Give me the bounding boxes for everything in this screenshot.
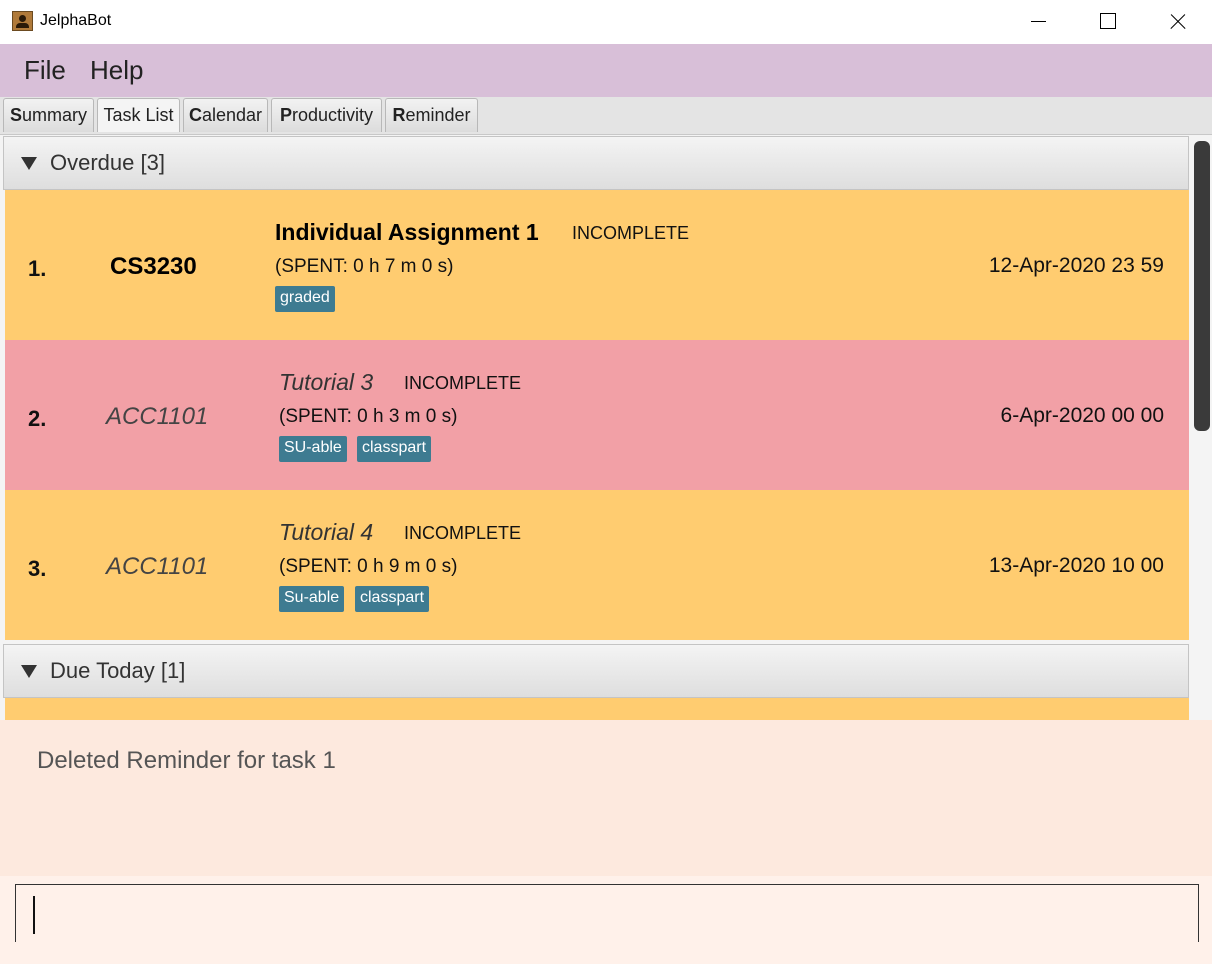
result-message: Deleted Reminder for task 1 [37,747,336,774]
task-index: 2. [28,406,47,431]
task-row[interactable] [5,698,1189,720]
task-tag: Su-able [279,586,345,612]
minimize-button[interactable] [1004,0,1074,44]
task-tag: classpart [355,586,430,612]
task-time-spent: (SPENT: 0 h 9 m 0 s) [279,556,458,577]
close-button[interactable] [1142,0,1212,44]
tab-calendar-mnemonic: C [188,105,202,125]
command-input[interactable] [15,884,1199,942]
tab-calendar[interactable]: Calendar [183,98,268,132]
app-icon [12,11,33,31]
tab-productivity[interactable]: Productivity [271,98,382,132]
task-row[interactable]: 1. CS3230 Individual Assignment 1 INCOMP… [5,190,1189,340]
tab-productivity-mnemonic: P [279,105,292,125]
task-index: 1. [28,256,47,281]
text-caret [33,896,35,934]
section-title: Due Today [1] [50,658,186,683]
tab-bar: Summary Task List Calendar Productivity … [0,97,1212,135]
task-time-spent: (SPENT: 0 h 3 m 0 s) [279,406,458,427]
task-module: ACC1101 [106,553,209,580]
task-status: INCOMPLETE [572,223,690,243]
tab-reminder[interactable]: Reminder [385,98,478,132]
tab-summary-label: ummary [22,105,88,125]
section-header-due-today[interactable]: Due Today [1] [3,644,1189,698]
menu-file[interactable]: File [24,55,66,86]
window-title: JelphaBot [40,12,112,29]
task-status: INCOMPLETE [404,373,522,393]
task-tag: graded [275,286,335,312]
command-box [0,876,1212,964]
task-status: INCOMPLETE [404,523,522,543]
task-deadline: 12-Apr-2020 23 59 [988,254,1164,277]
title-bar: JelphaBot [0,0,1212,44]
task-tag: classpart [357,436,432,462]
tab-task-list[interactable]: Task List [97,98,180,132]
tab-productivity-label: roductivity [291,105,374,125]
menu-help[interactable]: Help [90,55,143,86]
task-deadline: 6-Apr-2020 00 00 [1000,404,1164,427]
task-index: 3. [28,556,47,581]
scrollbar-thumb[interactable] [1194,141,1210,431]
task-list-panel[interactable]: Overdue [3] 1. CS3230 Individual Assignm… [0,135,1212,720]
task-time-spent: (SPENT: 0 h 7 m 0 s) [275,256,454,277]
section-header-overdue[interactable]: Overdue [3] [3,136,1189,190]
expand-arrow-icon[interactable] [21,157,37,170]
result-display: Deleted Reminder for task 1 [0,720,1212,876]
task-module: ACC1101 [106,403,209,430]
tab-summary-mnemonic: S [9,105,22,125]
task-row[interactable]: 2. ACC1101 Tutorial 3 INCOMPLETE (SPENT:… [5,340,1189,490]
tab-reminder-label: eminder [405,105,471,125]
task-tag: SU-able [279,436,347,462]
tab-calendar-label: alendar [201,105,263,125]
tab-reminder-mnemonic: R [392,105,406,125]
tab-summary[interactable]: Summary [3,98,94,132]
task-description: Individual Assignment 1 [275,219,539,245]
task-row[interactable]: 3. ACC1101 Tutorial 4 INCOMPLETE (SPENT:… [5,490,1189,640]
section-title: Overdue [3] [50,150,165,175]
task-deadline: 13-Apr-2020 10 00 [988,554,1164,577]
task-module: CS3230 [110,253,197,280]
task-description: Tutorial 4 [279,519,374,545]
expand-arrow-icon[interactable] [21,665,37,678]
menu-bar: File Help [0,44,1212,97]
maximize-button[interactable] [1073,0,1143,44]
tab-task-list-label: ask List [112,105,174,125]
task-description: Tutorial 3 [279,369,374,395]
